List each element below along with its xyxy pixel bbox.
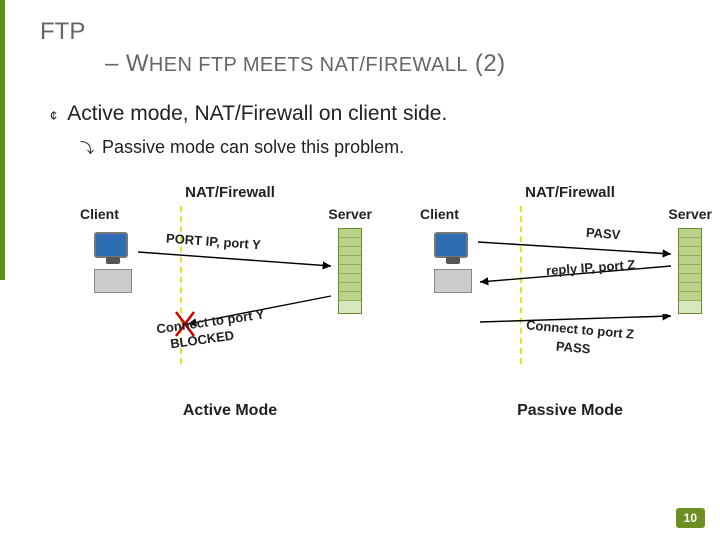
panel-caption: Passive Mode: [420, 402, 720, 420]
title-line-2: – WHEN FTP MEETS NAT/FIREWALL (2): [105, 50, 680, 78]
client-host-icon: [434, 232, 476, 292]
arrow-connect-pass: Connect to port Z PASS: [476, 314, 676, 369]
server-rack-icon: [338, 228, 362, 314]
title-line-2-a: – W: [105, 50, 149, 77]
client-label: Client: [80, 206, 119, 222]
server-label: Server: [668, 206, 712, 222]
slide-content: FTP – WHEN FTP MEETS NAT/FIREWALL (2) ¢ …: [0, 0, 720, 464]
msg-connect: Connect to port Y: [155, 307, 265, 337]
bullet-icon: ⤵: [80, 138, 94, 158]
bullet-icon: ¢: [50, 105, 57, 127]
arrow-reply: reply IP, port Z: [476, 262, 676, 292]
client-host-icon: [94, 232, 136, 292]
msg-reply: reply IP, port Z: [546, 257, 636, 278]
arrow-connect-blocked: Connect to port Y BLOCKED: [136, 294, 336, 354]
diagram-area: NAT/Firewall Client Server PORT IP, port…: [40, 184, 680, 464]
msg-pasv: PASV: [586, 225, 621, 242]
nat-divider-line: [180, 206, 182, 364]
arrow-port-cmd: PORT IP, port Y: [136, 238, 336, 278]
title-line-1: FTP: [40, 18, 680, 46]
title-line-2-d: (2): [468, 50, 506, 77]
panel-caption: Active Mode: [80, 402, 380, 420]
page-number-badge: 10: [676, 508, 705, 528]
bullet-1-text: Active mode, NAT/Firewall on client side…: [67, 102, 447, 126]
bullet-level-1: ¢ Active mode, NAT/Firewall on client si…: [50, 102, 680, 127]
server-label: Server: [328, 206, 372, 222]
accent-bar: [0, 0, 5, 280]
msg-pass: PASS: [555, 339, 591, 357]
client-label: Client: [420, 206, 459, 222]
bullet-2-text: Passive mode can solve this problem.: [102, 137, 404, 158]
nat-label: NAT/Firewall: [420, 184, 720, 201]
title-line-2-c: IREWALL: [378, 54, 468, 76]
msg-connect-z: Connect to port Z: [526, 317, 635, 341]
title-line-2-b: HEN FTP MEETS NAT/F: [149, 54, 378, 76]
bullet-level-2: ⤵ Passive mode can solve this problem.: [80, 137, 680, 158]
server-rack-icon: [678, 228, 702, 314]
nat-label: NAT/Firewall: [80, 184, 380, 201]
nat-divider-line: [520, 206, 522, 364]
panel-active-mode: NAT/Firewall Client Server PORT IP, port…: [80, 184, 380, 414]
panel-passive-mode: NAT/Firewall Client Server PASV reply I: [420, 184, 720, 414]
arrow-pasv: PASV: [476, 232, 676, 262]
bullets: ¢ Active mode, NAT/Firewall on client si…: [50, 102, 680, 158]
